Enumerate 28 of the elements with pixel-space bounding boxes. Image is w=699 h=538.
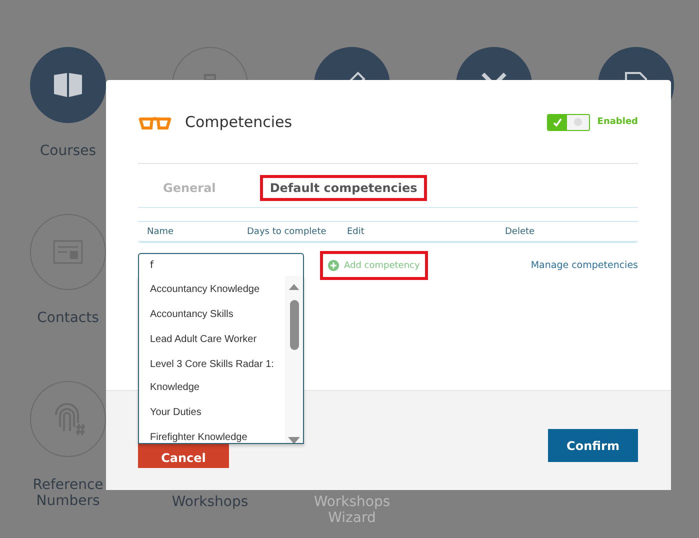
tile-label: Contacts — [36, 310, 100, 326]
competency-search-field[interactable]: f — [138, 253, 304, 278]
scroll-up-icon — [288, 284, 300, 290]
tab[interactable]: Default competencies — [262, 178, 424, 198]
column-header: Edit — [347, 227, 366, 237]
dialog-title: Competencies — [185, 113, 294, 131]
book-icon — [53, 72, 83, 98]
suggestion-item[interactable]: Level 3 Core Skills Radar 1: Knowledge — [139, 352, 285, 400]
check-icon — [553, 118, 562, 126]
enabled-label: Enabled — [597, 117, 638, 127]
enabled-toggle[interactable] — [547, 114, 590, 130]
suggestion-item[interactable]: Your Duties — [139, 400, 285, 425]
tile-label: Workshops — [170, 494, 250, 510]
confirm-button[interactable]: Confirm — [548, 429, 638, 462]
manage-competencies-link[interactable]: Manage competencies — [530, 260, 638, 271]
scroll-down-icon — [288, 436, 300, 443]
suggestion-item[interactable]: Lead Adult Care Worker — [139, 327, 285, 352]
suggestion-item[interactable]: Accountancy Skills — [139, 302, 285, 327]
column-header: Days to complete — [247, 227, 328, 237]
plus-circle-icon — [328, 260, 339, 271]
tile-label: Courses — [38, 143, 98, 159]
suggestion-item[interactable]: Accountancy Knowledge — [139, 277, 285, 302]
column-header: Delete — [505, 227, 536, 237]
tile-label: Reference Numbers — [32, 477, 104, 509]
column-header: Name — [147, 227, 175, 237]
scroll-thumb[interactable] — [290, 300, 298, 350]
tile-label: Workshops Wizard — [312, 494, 392, 526]
scrollbar[interactable] — [285, 276, 303, 443]
